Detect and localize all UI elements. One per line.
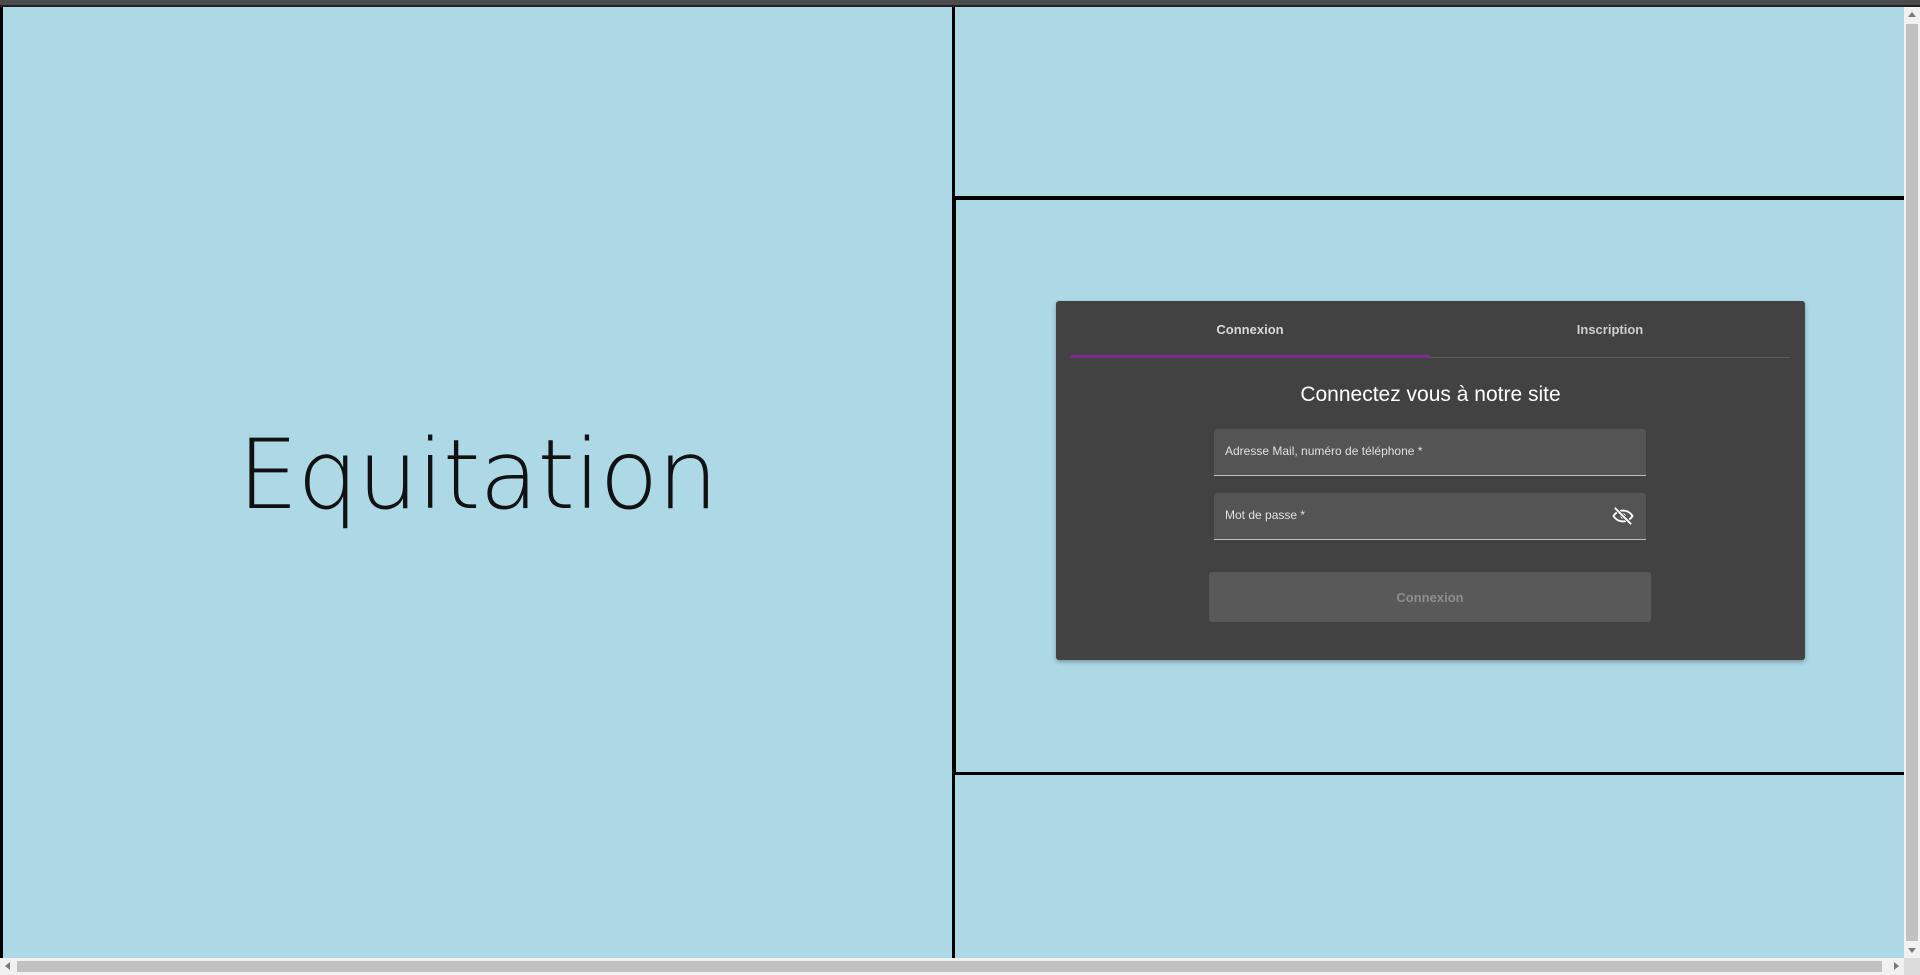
scroll-right-icon[interactable] — [1894, 962, 1899, 970]
password-field-label: Mot de passe * — [1225, 508, 1306, 522]
email-field[interactable]: Adresse Mail, numéro de téléphone * — [1214, 429, 1646, 476]
brand-title: Equitation — [237, 418, 718, 531]
right-bottom-panel — [955, 775, 1904, 958]
email-field-label: Adresse Mail, numéro de téléphone * — [1225, 444, 1423, 458]
left-pane: Equitation — [0, 7, 955, 958]
scroll-down-icon[interactable] — [1908, 948, 1916, 953]
password-field[interactable]: Mot de passe * — [1214, 493, 1646, 540]
scroll-left-icon[interactable] — [5, 962, 10, 970]
tab-connexion[interactable]: Connexion — [1070, 301, 1430, 358]
vertical-scroll-thumb[interactable] — [1906, 24, 1918, 941]
scrollbar-corner — [1904, 958, 1920, 975]
browser-viewport: Equitation Connexion Inscription Connect… — [0, 0, 1920, 975]
auth-tabs: Connexion Inscription — [1070, 301, 1790, 358]
connexion-submit-button[interactable]: Connexion — [1209, 572, 1651, 622]
tab-inscription[interactable]: Inscription — [1430, 301, 1790, 357]
top-strip — [0, 0, 1920, 7]
vertical-scrollbar[interactable] — [1904, 7, 1920, 958]
auth-card: Connexion Inscription Connectez vous à n… — [1056, 301, 1805, 660]
right-top-panel — [955, 7, 1904, 200]
eye-off-icon[interactable] — [1612, 506, 1634, 526]
horizontal-scroll-thumb[interactable] — [17, 961, 1882, 972]
horizontal-scrollbar[interactable] — [0, 958, 1904, 975]
scroll-up-icon[interactable] — [1908, 12, 1916, 17]
login-heading: Connectez vous à notre site — [1300, 383, 1561, 406]
